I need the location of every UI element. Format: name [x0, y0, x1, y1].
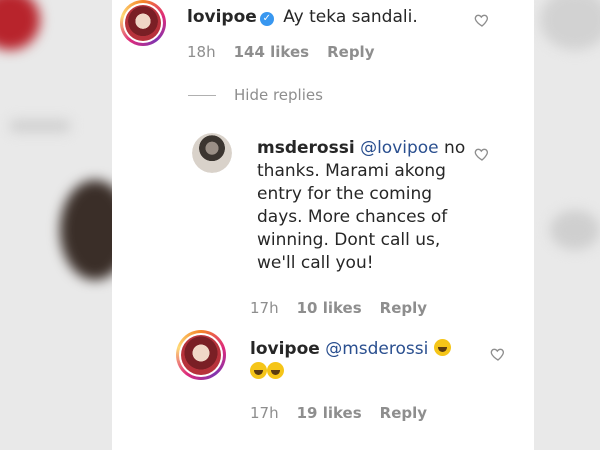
hide-replies-label: Hide replies — [234, 86, 323, 104]
comment-time: 18h — [187, 43, 216, 61]
heart-icon[interactable] — [474, 12, 490, 28]
avatar[interactable] — [192, 133, 232, 173]
grinning-sweat-emoji-icon — [433, 339, 451, 356]
grinning-sweat-emoji-icon — [267, 362, 284, 379]
reply-button[interactable]: Reply — [380, 299, 427, 317]
comment-text-line: winning. Dont call us, — [257, 230, 441, 250]
comment-text-line: days. More chances of — [257, 207, 448, 227]
verified-badge-icon: ✓ — [259, 12, 274, 26]
grinning-sweat-emoji-icon — [250, 362, 267, 379]
comment-text-line: we'll call you! — [257, 253, 374, 273]
comment-text-line: no — [444, 138, 466, 158]
hide-replies-toggle[interactable]: Hide replies — [188, 86, 323, 104]
comment-body: lovipoe ✓ Ay teka sandali. — [187, 6, 418, 29]
heart-icon[interactable] — [474, 146, 490, 162]
avatar[interactable] — [176, 330, 226, 380]
reply-button[interactable]: Reply — [380, 404, 427, 422]
comment-text-line: thanks. Marami akong — [257, 161, 446, 181]
mention-link[interactable]: @lovipoe — [360, 138, 439, 158]
username-link[interactable]: lovipoe — [250, 339, 320, 359]
comment-time: 17h — [250, 404, 279, 422]
username-link[interactable]: msderossi — [257, 138, 355, 158]
username-link[interactable]: lovipoe — [187, 7, 257, 27]
comment-meta: 17h 10 likes Reply — [250, 299, 427, 317]
likes-count[interactable]: 10 likes — [297, 299, 362, 317]
comment-text: Ay teka sandali. — [283, 7, 418, 27]
comment-body: lovipoe @msderossi — [250, 338, 465, 384]
comment-body: msderossi @lovipoe no thanks. Marami ako… — [257, 137, 477, 275]
likes-count[interactable]: 19 likes — [297, 404, 362, 422]
mention-link[interactable]: @msderossi — [325, 339, 428, 359]
avatar[interactable] — [120, 0, 166, 46]
reply-button[interactable]: Reply — [327, 43, 374, 61]
comments-panel: lovipoe ✓ Ay teka sandali. 18h 144 likes … — [112, 0, 534, 450]
comment-time: 17h — [250, 299, 279, 317]
comment-text-line: entry for the coming — [257, 184, 433, 204]
divider-line — [188, 94, 216, 96]
comment-meta: 17h 19 likes Reply — [250, 404, 427, 422]
comment-meta: 18h 144 likes Reply — [187, 43, 374, 61]
likes-count[interactable]: 144 likes — [234, 43, 310, 61]
heart-icon[interactable] — [490, 346, 506, 362]
